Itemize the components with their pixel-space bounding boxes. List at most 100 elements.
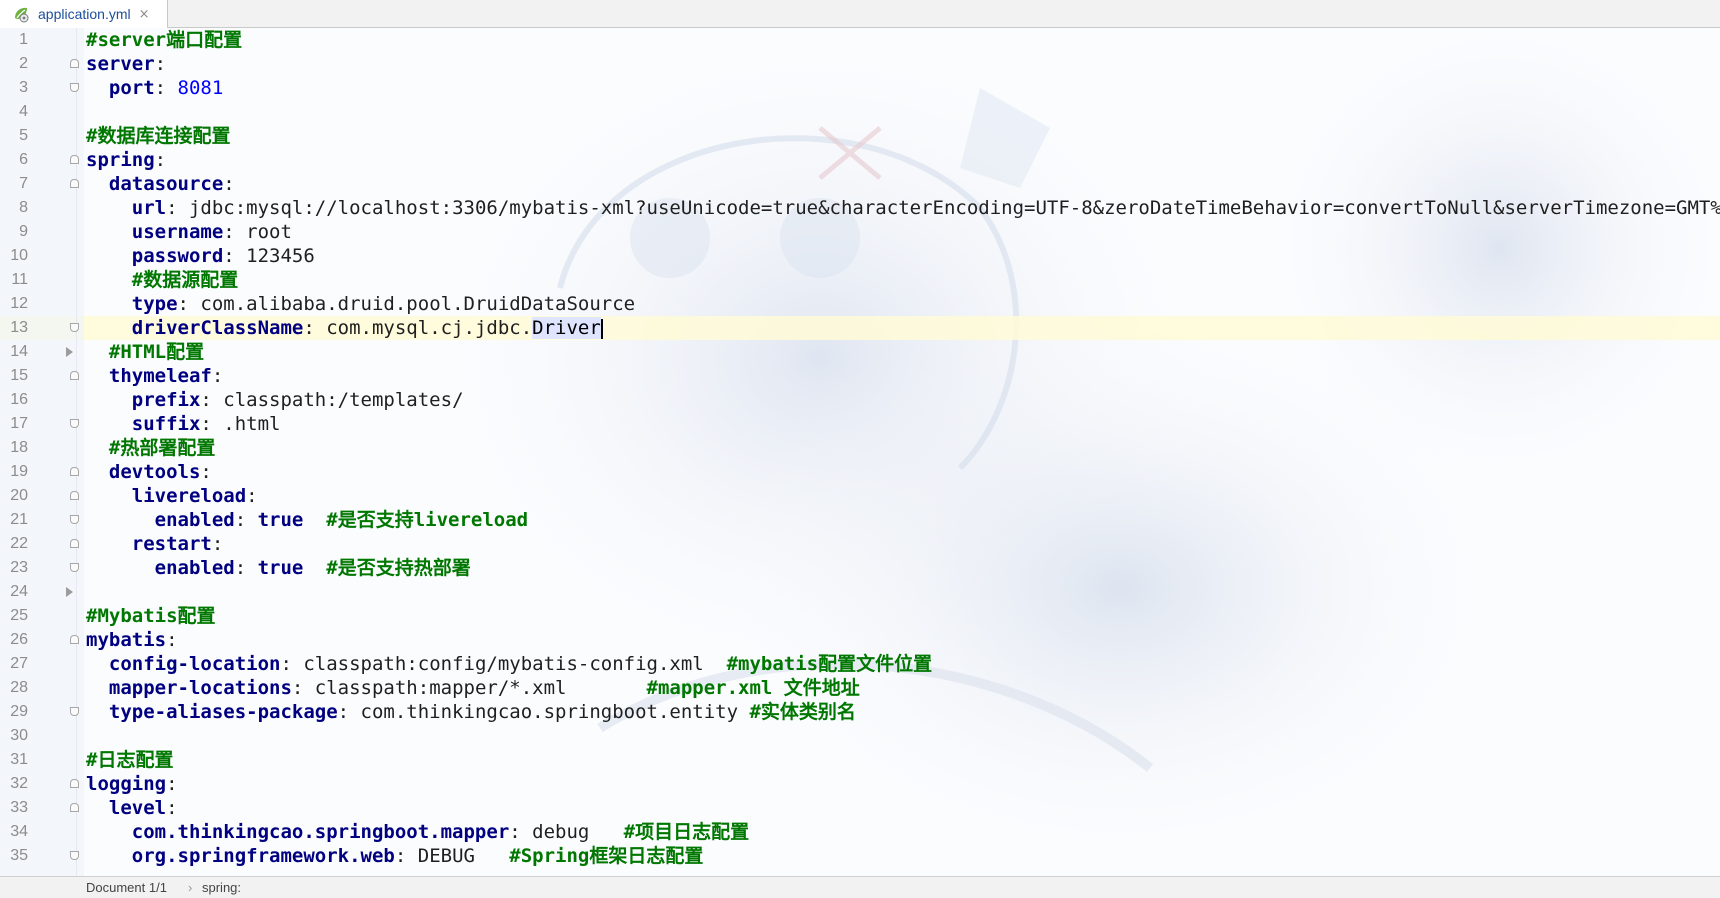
line-number: 24 — [10, 583, 28, 600]
code-line[interactable]: 13 driverClassName: com.mysql.cj.jdbc.Dr… — [0, 316, 1720, 340]
yaml-value: : DEBUG — [394, 845, 510, 867]
line-content: livereload: — [86, 484, 258, 508]
gutter-arrow-icon — [66, 587, 73, 597]
status-bar: Document 1/1 › spring: — [0, 876, 1720, 898]
fold-end-icon[interactable] — [70, 419, 79, 428]
code-line[interactable]: 10 password: 123456 — [0, 244, 1720, 268]
code-line[interactable]: 2 server: — [0, 52, 1720, 76]
fold-start-icon[interactable] — [70, 779, 79, 788]
code-line[interactable]: 17 suffix: .html — [0, 412, 1720, 436]
code-line[interactable]: 35 org.springframework.web: DEBUG #Sprin… — [0, 844, 1720, 868]
code-line[interactable]: 20 livereload: — [0, 484, 1720, 508]
code-line[interactable]: 22 restart: — [0, 532, 1720, 556]
fold-start-icon[interactable] — [70, 371, 79, 380]
fold-start-icon[interactable] — [70, 539, 79, 548]
code-line[interactable]: 28 mapper-locations: classpath:mapper/*.… — [0, 676, 1720, 700]
fold-end-icon[interactable] — [70, 515, 79, 524]
code-line[interactable]: 6 spring: — [0, 148, 1720, 172]
line-number: 16 — [10, 391, 28, 408]
code-line[interactable]: 31 #日志配置 — [0, 748, 1720, 772]
fold-end-icon[interactable] — [70, 707, 79, 716]
yaml-key: type — [131, 293, 178, 315]
line-number: 25 — [10, 607, 28, 624]
fold-start-icon[interactable] — [70, 59, 79, 68]
code-line[interactable]: 23 enabled: true #是否支持热部署 — [0, 556, 1720, 580]
line-number: 9 — [19, 223, 28, 240]
yaml-key: logging — [86, 773, 167, 795]
code-line[interactable]: 33 level: — [0, 796, 1720, 820]
line-number: 4 — [19, 103, 28, 120]
yaml-comment: #数据源配置 — [131, 269, 239, 291]
fold-end-icon[interactable] — [70, 83, 79, 92]
line-content: #HTML配置 — [86, 340, 204, 364]
code-line[interactable]: 7 datasource: — [0, 172, 1720, 196]
fold-start-icon[interactable] — [70, 635, 79, 644]
yaml-value — [86, 653, 109, 675]
fold-start-icon[interactable] — [70, 155, 79, 164]
code-line[interactable]: 18 #热部署配置 — [0, 436, 1720, 460]
line-content: datasource: — [86, 172, 235, 196]
fold-end-icon[interactable] — [70, 851, 79, 860]
close-icon[interactable]: × — [139, 7, 150, 22]
yaml-value — [86, 509, 155, 531]
yaml-comment: #实体类别名 — [749, 701, 856, 723]
yaml-boolean: true — [257, 557, 304, 579]
code-line[interactable]: 19 devtools: — [0, 460, 1720, 484]
code-line[interactable]: 25 #Mybatis配置 — [0, 604, 1720, 628]
fold-start-icon[interactable] — [70, 491, 79, 500]
line-number: 15 — [10, 367, 28, 384]
yaml-comment: #项目日志配置 — [623, 821, 750, 843]
yaml-value — [86, 821, 132, 843]
fold-end-icon[interactable] — [70, 323, 79, 332]
fold-end-icon[interactable] — [70, 563, 79, 572]
code-line[interactable]: 12 type: com.alibaba.druid.pool.DruidDat… — [0, 292, 1720, 316]
code-line[interactable]: 26 mybatis: — [0, 628, 1720, 652]
yaml-value — [86, 437, 109, 459]
line-number: 10 — [10, 247, 28, 264]
code-line[interactable]: 32 logging: — [0, 772, 1720, 796]
code-line[interactable]: 3 port: 8081 — [0, 76, 1720, 100]
yaml-key: datasource — [108, 173, 224, 195]
yaml-key: org.springframework.web — [131, 845, 395, 867]
yaml-value — [86, 341, 109, 363]
yaml-key: livereload — [131, 485, 247, 507]
yaml-value: : — [211, 365, 224, 387]
code-line[interactable]: 4 — [0, 100, 1720, 124]
yaml-key: port — [108, 77, 155, 99]
yaml-value — [86, 413, 132, 435]
code-line[interactable]: 21 enabled: true #是否支持livereload — [0, 508, 1720, 532]
code-line[interactable]: 1 #server端口配置 — [0, 28, 1720, 52]
line-content: port: 8081 — [86, 76, 223, 100]
yaml-value: : jdbc:mysql://localhost:3306/mybatis-xm… — [166, 197, 1720, 219]
yaml-value: : — [234, 557, 258, 579]
tab-application-yml[interactable]: application.yml × — [0, 0, 168, 28]
fold-start-icon[interactable] — [70, 803, 79, 812]
code-line[interactable]: 9 username: root — [0, 220, 1720, 244]
yaml-value — [86, 557, 155, 579]
code-line[interactable]: 27 config-location: classpath:config/myb… — [0, 652, 1720, 676]
code-line[interactable]: 34 com.thinkingcao.springboot.mapper: de… — [0, 820, 1720, 844]
code-editor[interactable]: 1 #server端口配置 2 server: 3 port: 8081 4 5 #数据库连接… — [0, 28, 1720, 876]
yaml-key: prefix — [131, 389, 201, 411]
code-line[interactable]: 5 #数据库连接配置 — [0, 124, 1720, 148]
yaml-value — [86, 245, 132, 267]
yaml-key: username — [131, 221, 224, 243]
line-number: 27 — [10, 655, 28, 672]
code-line[interactable]: 15 thymeleaf: — [0, 364, 1720, 388]
code-line[interactable]: 14 #HTML配置 — [0, 340, 1720, 364]
code-line[interactable]: 29 type-aliases-package: com.thinkingcao… — [0, 700, 1720, 724]
code-lines: 1 #server端口配置 2 server: 3 port: 8081 4 5 #数据库连接… — [0, 28, 1720, 868]
code-line[interactable]: 11 #数据源配置 — [0, 268, 1720, 292]
code-line[interactable]: 8 url: jdbc:mysql://localhost:3306/mybat… — [0, 196, 1720, 220]
yaml-key: driverClassName — [131, 317, 304, 339]
fold-start-icon[interactable] — [70, 467, 79, 476]
line-number: 21 — [10, 511, 28, 528]
yaml-comment: #是否支持热部署 — [326, 557, 471, 579]
line-number: 19 — [10, 463, 28, 480]
code-line[interactable]: 16 prefix: classpath:/templates/ — [0, 388, 1720, 412]
text-cursor — [600, 318, 603, 339]
code-line[interactable]: 30 — [0, 724, 1720, 748]
fold-start-icon[interactable] — [70, 179, 79, 188]
breadcrumb-path[interactable]: spring: — [202, 880, 241, 895]
code-line[interactable]: 24 — [0, 580, 1720, 604]
